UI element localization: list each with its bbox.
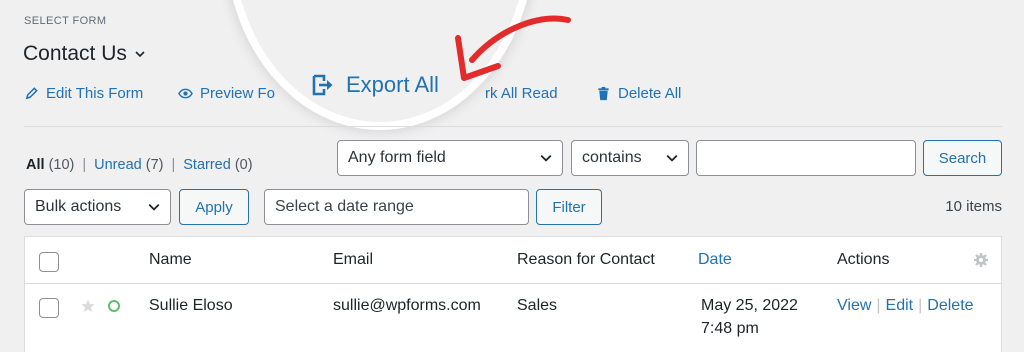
chevron-down-icon bbox=[540, 154, 552, 162]
status-filter-links: All (10) | Unread (7) | Starred (0) bbox=[26, 157, 253, 173]
export-icon bbox=[312, 74, 333, 96]
column-email: Email bbox=[333, 251, 374, 268]
status-unread-label: Unread bbox=[94, 157, 142, 173]
entry-name: Sullie Eloso bbox=[149, 297, 233, 314]
operator-select-value: contains bbox=[582, 149, 642, 166]
column-actions: Actions bbox=[837, 251, 890, 268]
annotation-arrow bbox=[455, 15, 571, 81]
column-date[interactable]: Date bbox=[698, 251, 732, 269]
column-reason: Reason for Contact bbox=[517, 251, 655, 268]
bulk-actions-value: Bulk actions bbox=[35, 198, 122, 215]
status-all-label: All bbox=[26, 157, 45, 173]
chevron-down-icon bbox=[148, 203, 160, 211]
select-all-checkbox[interactable] bbox=[39, 252, 59, 272]
status-unread[interactable]: Unread (7) bbox=[94, 157, 163, 173]
bulk-actions-select[interactable]: Bulk actions bbox=[24, 189, 171, 225]
operator-select[interactable]: contains bbox=[571, 140, 689, 176]
date-range-placeholder: Select a date range bbox=[275, 198, 414, 215]
select-form-label: SELECT FORM bbox=[24, 15, 107, 27]
form-name: Contact Us bbox=[23, 42, 127, 65]
field-select[interactable]: Any form field bbox=[337, 140, 563, 176]
pencil-icon bbox=[25, 87, 38, 100]
status-unread-count: (7) bbox=[145, 157, 164, 173]
entry-reason: Sales bbox=[517, 297, 558, 314]
status-all[interactable]: All (10) bbox=[26, 157, 74, 173]
field-select-value: Any form field bbox=[348, 149, 446, 166]
trash-icon bbox=[598, 86, 609, 101]
view-entry-link[interactable]: View bbox=[837, 297, 871, 315]
status-separator: | bbox=[171, 157, 176, 173]
entries-table: Name Email Reason for Contact Date Actio… bbox=[24, 236, 1002, 352]
status-starred-label: Starred bbox=[183, 157, 231, 173]
edit-form-link[interactable]: Edit This Form bbox=[24, 85, 143, 102]
status-starred-count: (0) bbox=[234, 157, 253, 173]
filter-button[interactable]: Filter bbox=[536, 189, 602, 225]
preview-form-link[interactable]: Preview Fo bbox=[178, 85, 275, 102]
status-separator: | bbox=[82, 157, 87, 173]
chevron-down-icon bbox=[135, 51, 145, 58]
filter-button-label: Filter bbox=[552, 198, 586, 216]
chevron-down-icon bbox=[666, 154, 678, 162]
apply-button[interactable]: Apply bbox=[179, 189, 249, 225]
eye-icon bbox=[178, 88, 193, 99]
entry-email: sullie@wpforms.com bbox=[333, 297, 481, 314]
apply-button-label: Apply bbox=[195, 198, 233, 216]
star-icon[interactable] bbox=[81, 299, 95, 313]
table-header-row: Name Email Reason for Contact Date Actio… bbox=[25, 237, 1001, 284]
date-range-input[interactable]: Select a date range bbox=[264, 189, 529, 225]
delete-all-label: Delete All bbox=[618, 85, 682, 102]
action-separator: | bbox=[876, 297, 881, 314]
header-divider bbox=[24, 126, 1002, 127]
entry-date: May 25, 2022 bbox=[701, 297, 798, 314]
status-starred[interactable]: Starred (0) bbox=[183, 157, 252, 173]
edit-entry-link[interactable]: Edit bbox=[886, 297, 914, 315]
edit-form-label: Edit This Form bbox=[46, 85, 144, 102]
table-row: Sullie Eloso sullie@wpforms.com Sales Ma… bbox=[25, 284, 1001, 352]
preview-form-label: Preview Fo bbox=[200, 85, 276, 102]
gear-icon[interactable] bbox=[973, 252, 989, 268]
delete-all-link[interactable]: Delete All bbox=[596, 85, 681, 102]
column-name: Name bbox=[149, 251, 192, 268]
form-selector[interactable]: Contact Us bbox=[23, 42, 145, 66]
unread-dot-icon[interactable] bbox=[107, 299, 121, 313]
row-actions: View | Edit | Delete bbox=[837, 297, 974, 315]
search-button-label: Search bbox=[938, 149, 987, 167]
entry-time: 7:48 pm bbox=[701, 320, 759, 337]
row-checkbox[interactable] bbox=[39, 298, 59, 318]
export-all-label: Export All bbox=[346, 72, 439, 97]
export-all-link[interactable]: Export All bbox=[312, 72, 439, 98]
items-count: 10 items bbox=[945, 198, 1002, 215]
delete-entry-link[interactable]: Delete bbox=[927, 297, 973, 315]
status-all-count: (10) bbox=[48, 157, 75, 173]
search-button[interactable]: Search bbox=[923, 140, 1002, 176]
search-input[interactable] bbox=[696, 140, 916, 176]
action-separator: | bbox=[918, 297, 923, 314]
